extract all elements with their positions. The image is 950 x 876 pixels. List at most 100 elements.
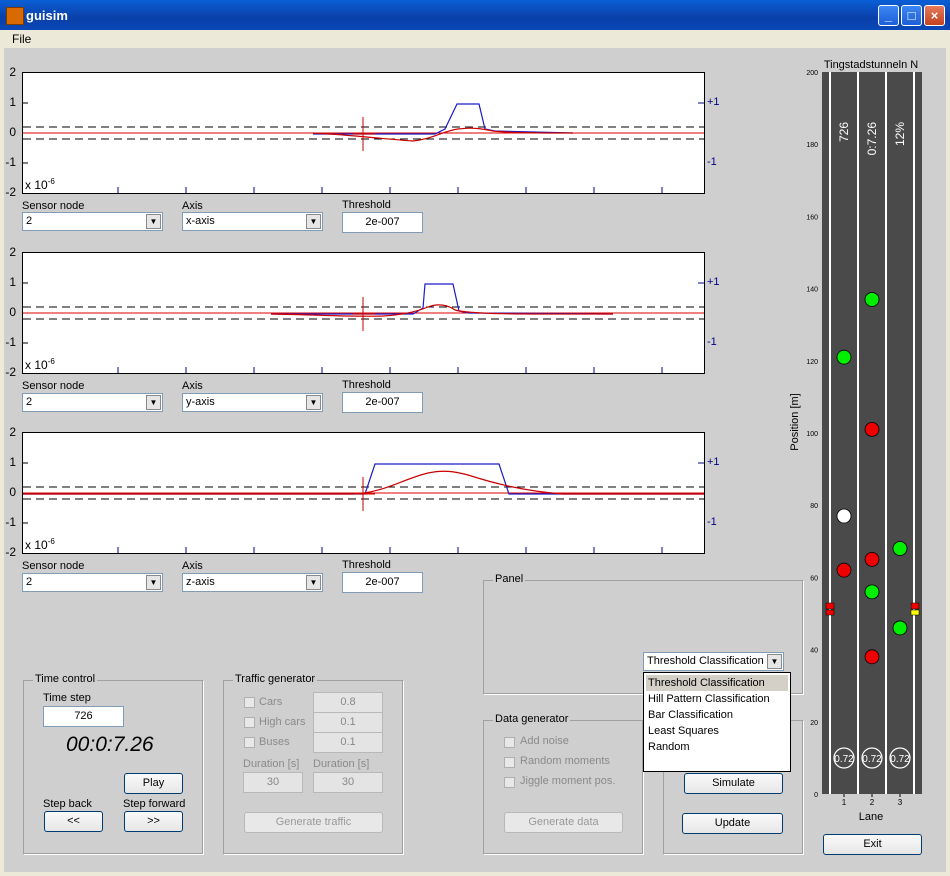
clock-display: 00:0:7.26 [66, 733, 154, 756]
plot2-threshold-input[interactable]: 2e-007 [342, 392, 423, 413]
plot3-ytick-m2: -2 [5, 545, 16, 559]
plot2-sensor-value: 2 [26, 396, 33, 408]
data-generator-title: Data generator [493, 713, 571, 725]
road-ytick: 20 [810, 720, 818, 727]
step-forward-label: Step forward [123, 798, 186, 810]
vehicle-marker [864, 584, 880, 600]
jiggle-label: Jiggle moment pos. [520, 775, 616, 787]
time-control-title: Time control [33, 673, 98, 685]
play-button[interactable]: Play [124, 773, 183, 794]
traffic-generator-title: Traffic generator [233, 673, 318, 685]
chevron-down-icon[interactable]: ▼ [306, 575, 321, 590]
plot2-axis-label: Axis [182, 380, 203, 392]
plot1-ytick-1: 1 [9, 95, 16, 109]
vehicle-marker [836, 562, 852, 578]
cars-label: Cars [259, 696, 283, 708]
plot3-threshold-input[interactable]: 2e-007 [342, 572, 423, 593]
plot3-sensor-label: Sensor node [22, 560, 85, 572]
road-ytick: 180 [806, 142, 818, 149]
plot3-sensor-value: 2 [26, 576, 33, 588]
plot2-ytick-0: 0 [9, 305, 16, 319]
plot2-ytick-m1: -1 [5, 335, 16, 349]
cars-checkbox[interactable] [244, 697, 255, 708]
plot3-axis-label: Axis [182, 560, 203, 572]
road-lane-tick: 1 [842, 798, 847, 807]
vehicle-marker [864, 421, 880, 437]
plot3-sensor-select[interactable]: 2 ▼ [22, 573, 163, 592]
chevron-down-icon[interactable]: ▼ [306, 214, 321, 229]
road-ytick: 100 [806, 431, 818, 438]
plot2-rtick-p1: +1 [707, 276, 720, 288]
plot3-ytick-0: 0 [9, 485, 16, 499]
step-forward-button[interactable]: >> [124, 811, 183, 832]
road-ytick: 0 [814, 792, 818, 799]
plot3-ytick-m1: -1 [5, 515, 16, 529]
close-button[interactable]: × [924, 5, 945, 26]
plot1-axis-value: x-axis [186, 215, 215, 227]
add-noise-checkbox[interactable] [504, 737, 515, 748]
plot2-ytick-1: 1 [9, 275, 16, 289]
maximize-button[interactable]: □ [901, 5, 922, 26]
road-ylabel: Position [m] [789, 393, 801, 450]
plot1-axis-select[interactable]: x-axis ▼ [182, 212, 323, 231]
lane-status-label: 0.72 [862, 754, 882, 765]
plot1-rtick-m1: -1 [707, 156, 717, 168]
classification-value: Threshold Classification [647, 655, 764, 667]
plot1-sensor-value: 2 [26, 215, 33, 227]
generate-data-button[interactable]: Generate data [504, 812, 623, 833]
chevron-down-icon[interactable]: ▼ [146, 575, 161, 590]
road-ytick: 60 [810, 575, 818, 582]
menu-file[interactable]: File [12, 32, 31, 46]
left-marker-bottom [825, 609, 835, 616]
high-cars-input[interactable]: 0.1 [313, 712, 383, 733]
duration-label-2: Duration [s] [313, 758, 370, 770]
duration-input-2[interactable]: 30 [313, 772, 383, 793]
buses-checkbox[interactable] [244, 737, 255, 748]
vehicle-marker [864, 292, 880, 307]
road-lane-tick: 3 [898, 798, 903, 807]
plot2-sensor-label: Sensor node [22, 380, 85, 392]
plot3-rtick-m1: -1 [707, 516, 717, 528]
chevron-down-icon[interactable]: ▼ [306, 395, 321, 410]
plot3-axis-select[interactable]: z-axis ▼ [182, 573, 323, 592]
plot1-ytick-2: 2 [9, 65, 16, 79]
duration-label-1: Duration [s] [243, 758, 300, 770]
vehicle-marker [892, 620, 908, 636]
road-lane-tick: 2 [870, 798, 875, 807]
plot1-rtick-p1: +1 [707, 96, 720, 108]
menu-bar: File [4, 30, 946, 49]
plot1-ytick-m2: -2 [5, 185, 16, 199]
plot2-sensor-select[interactable]: 2 ▼ [22, 393, 163, 412]
plot2-axis-select[interactable]: y-axis ▼ [182, 393, 323, 412]
chevron-down-icon[interactable]: ▼ [146, 395, 161, 410]
cars-input[interactable]: 0.8 [313, 692, 383, 713]
random-moments-checkbox[interactable] [504, 757, 515, 768]
road-ytick: 80 [810, 503, 818, 510]
plot1-axes: x 10-6 [22, 72, 705, 194]
plot1-threshold-input[interactable]: 2e-007 [342, 212, 423, 233]
plot3-ytick-2: 2 [9, 425, 16, 439]
time-step-input[interactable]: 726 [43, 706, 124, 727]
chevron-down-icon[interactable]: ▼ [146, 214, 161, 229]
step-back-button[interactable]: << [44, 811, 103, 832]
plot2-ytick-m2: -2 [5, 365, 16, 379]
panel-title: Panel [493, 573, 526, 585]
plot3-exponent: x 10-6 [25, 537, 55, 552]
plot1-sensor-select[interactable]: 2 ▼ [22, 212, 163, 231]
road-view: Tingstadstunneln N Position [m] Lane 200… [789, 59, 922, 823]
right-marker-bottom [910, 609, 920, 616]
plot2-axes: x 10-6 [22, 252, 705, 374]
add-noise-label: Add noise [520, 735, 569, 747]
vehicle-marker [836, 349, 852, 365]
lane-text: 726 [837, 122, 851, 142]
plot1-threshold-label: Threshold [342, 199, 391, 211]
high-cars-checkbox[interactable] [244, 717, 255, 728]
exit-button[interactable]: Exit [823, 834, 922, 855]
buses-input[interactable]: 0.1 [313, 732, 383, 753]
generate-traffic-button[interactable]: Generate traffic [244, 812, 383, 833]
jiggle-checkbox[interactable] [504, 777, 515, 788]
road-ytick: 40 [810, 648, 818, 655]
minimize-button[interactable]: _ [878, 5, 899, 26]
duration-input-1[interactable]: 30 [243, 772, 303, 793]
step-back-label: Step back [43, 798, 92, 810]
